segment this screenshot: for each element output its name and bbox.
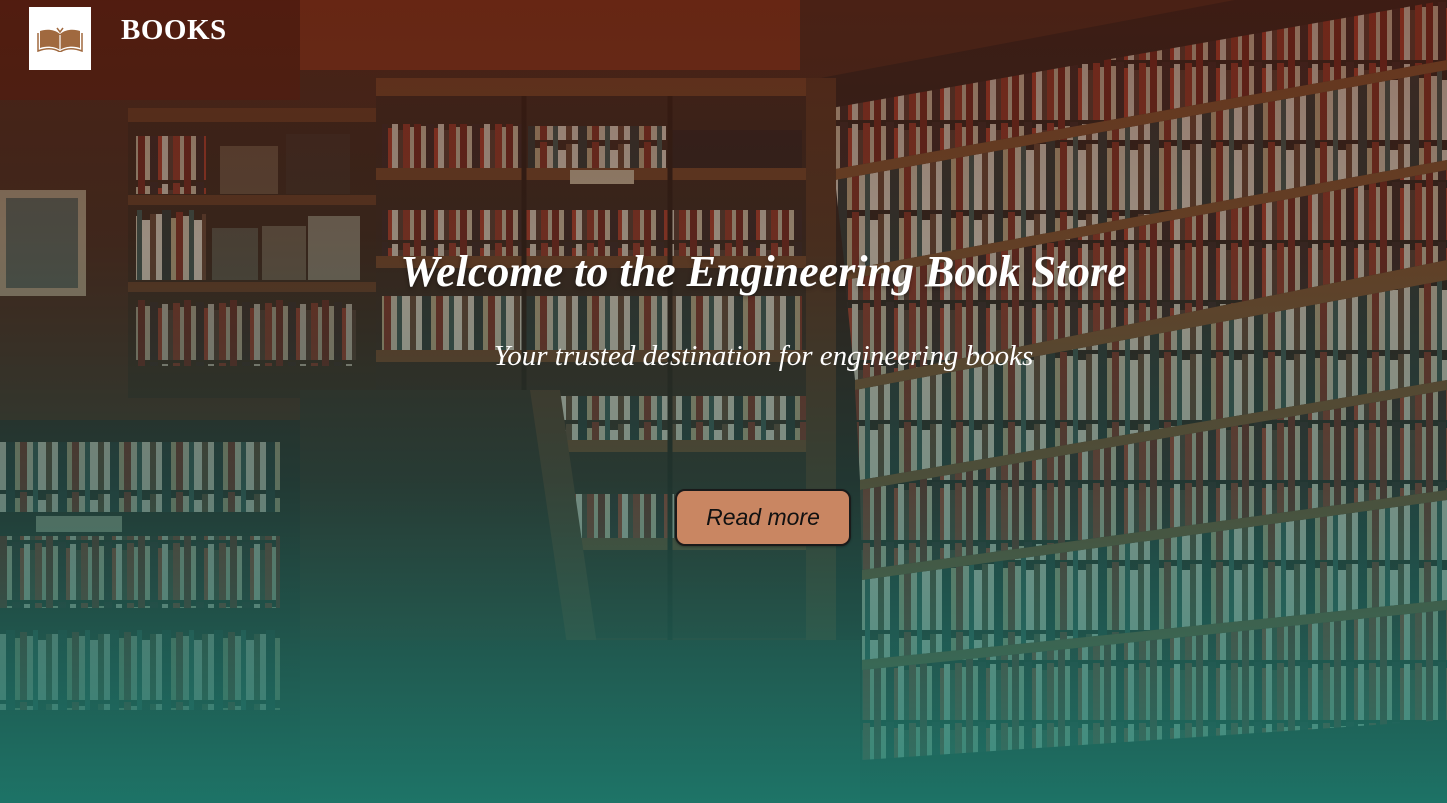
hero-title: Welcome to the Engineering Book Store (400, 247, 1127, 296)
read-more-button[interactable]: Read more (675, 489, 851, 546)
hero-subtitle: Your trusted destination for engineering… (493, 340, 1034, 372)
hero-section: Welcome to the Engineering Book Store Yo… (0, 0, 1447, 803)
